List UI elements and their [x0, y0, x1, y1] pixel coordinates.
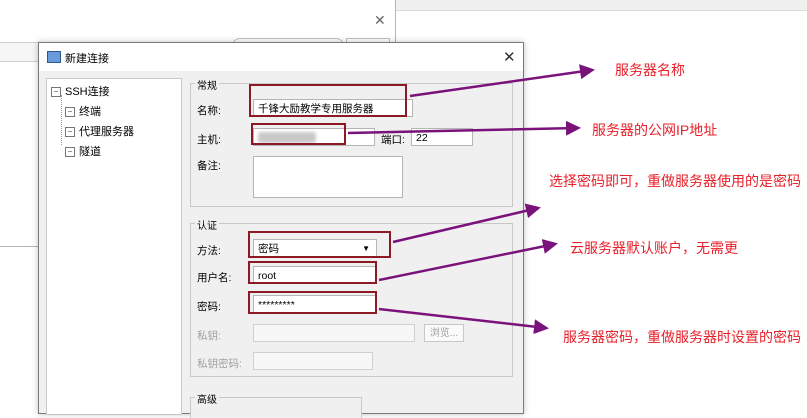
annotation-choose-password: 选择密码即可，重做服务器使用的是密码 — [549, 173, 801, 189]
arrow-password — [378, 307, 549, 335]
arrow-method — [392, 203, 541, 244]
arrow-username — [378, 239, 558, 282]
arrow-name — [409, 64, 595, 98]
annotation-server-password: 服务器密码，重做服务器时设置的密码 — [563, 329, 801, 345]
annotation-public-ip: 服务器的公网IP地址 — [592, 122, 718, 138]
annotation-default-account: 云服务器默认账户，无需更 — [570, 240, 738, 256]
annotation-server-name: 服务器名称 — [615, 62, 685, 78]
arrow-host — [347, 120, 581, 136]
advanced-group: 高级 — [190, 391, 362, 418]
